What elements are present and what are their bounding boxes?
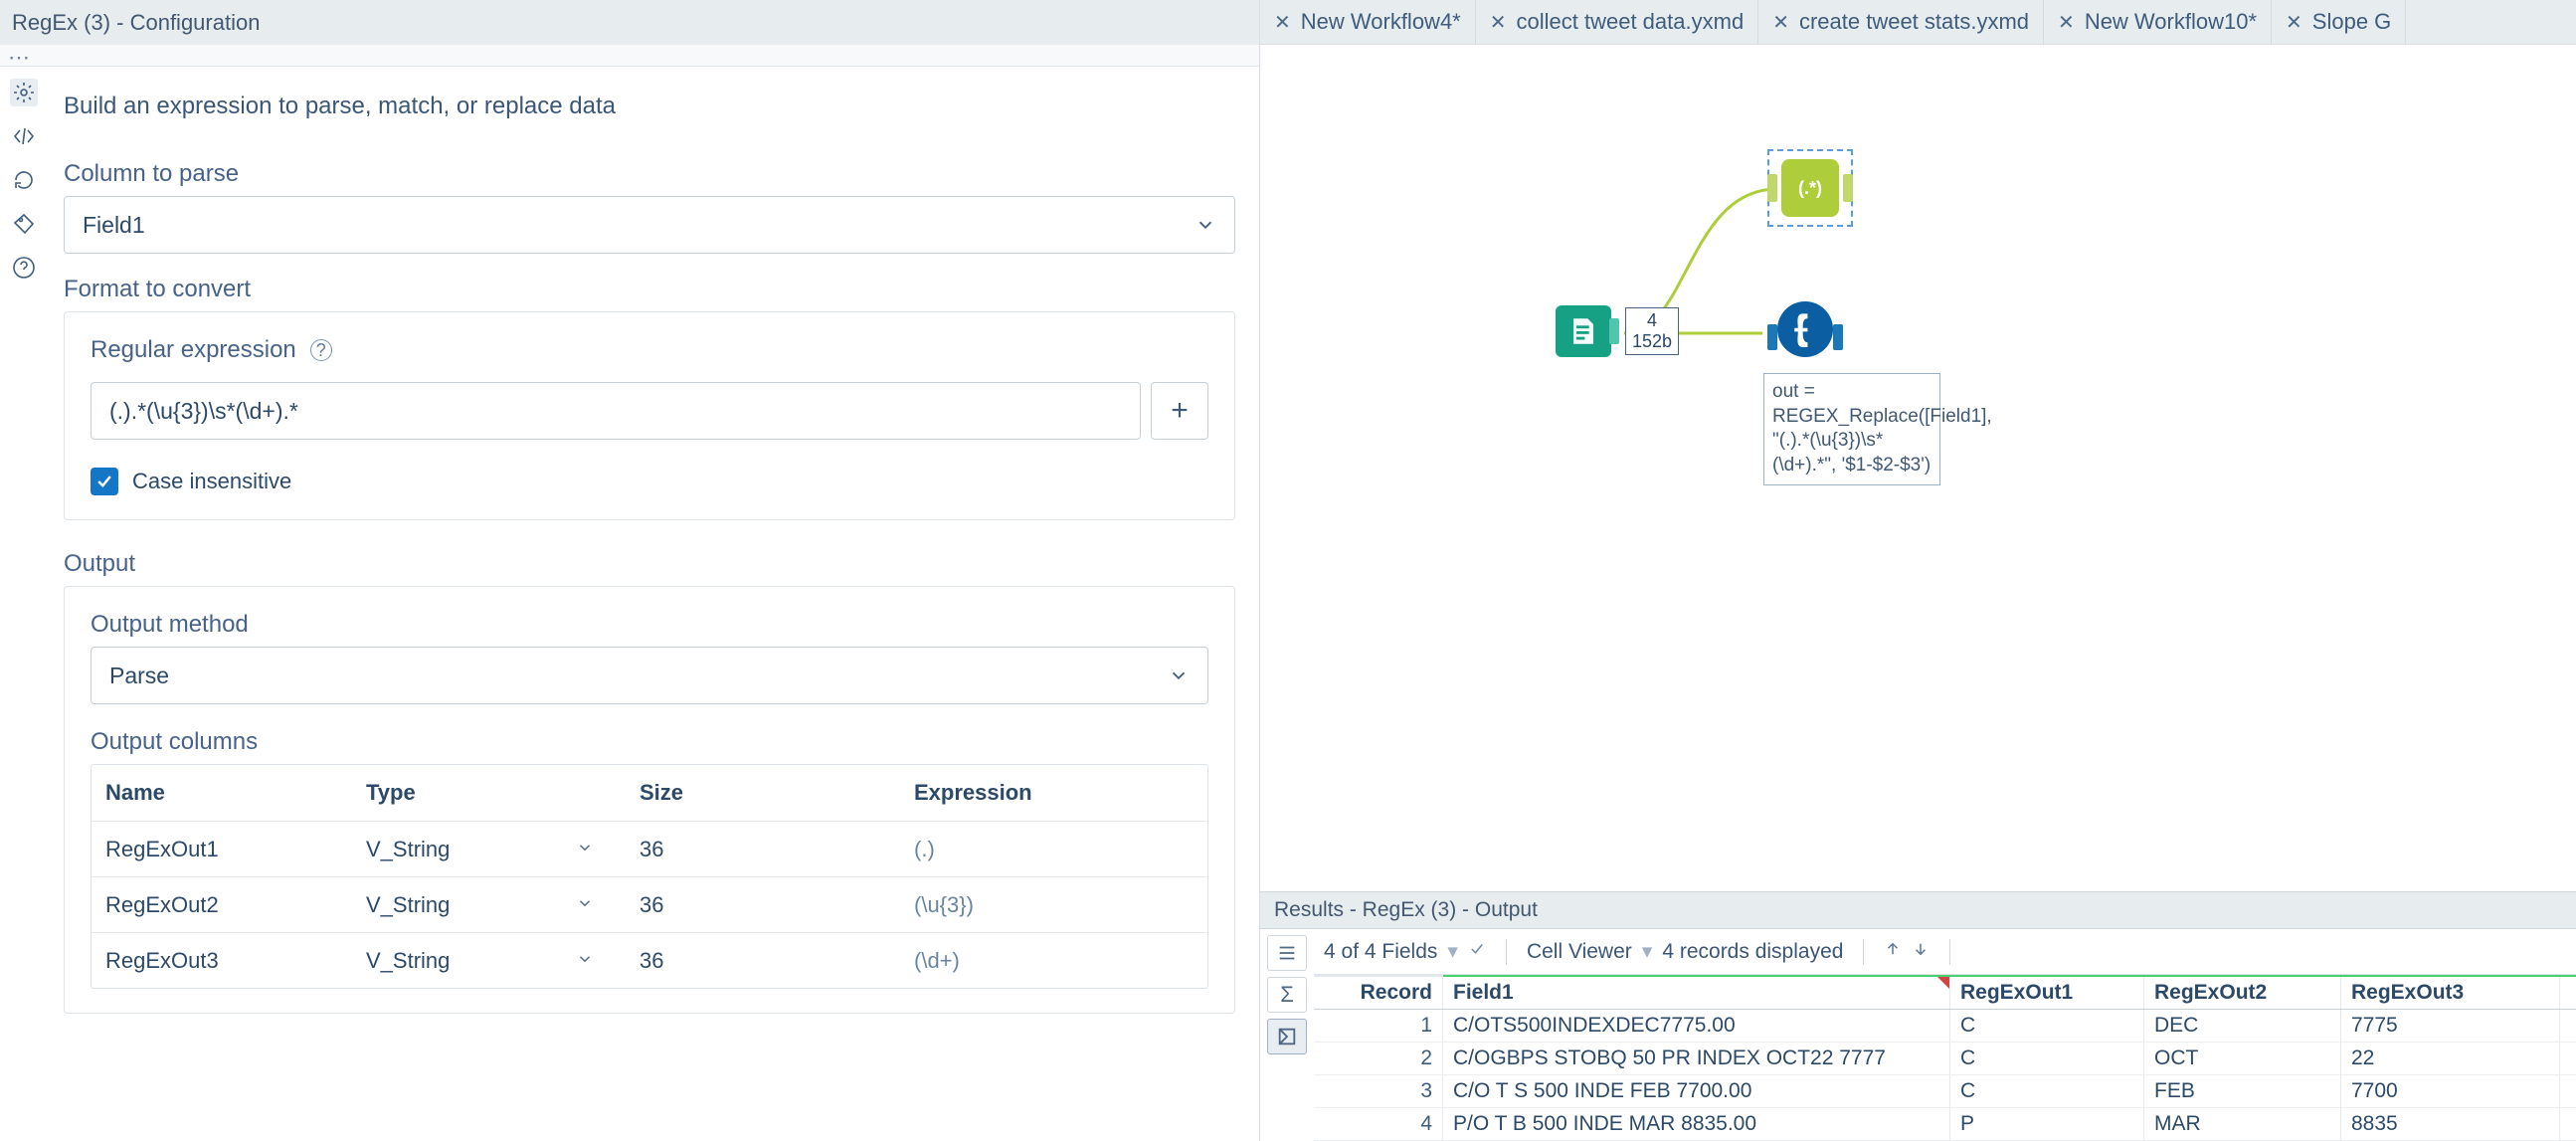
format-group: Regular expression ? (.).*(\u{3})\s*(\d+… — [64, 311, 1235, 520]
column-value: Field1 — [83, 212, 145, 239]
help-icon[interactable] — [10, 254, 38, 282]
view-sum-icon[interactable]: Σ — [1267, 977, 1307, 1013]
config-iconbar — [0, 67, 48, 1141]
tab-workflow[interactable]: ✕collect tweet data.yxmd — [1476, 0, 1758, 44]
table-header-row: Name Type Size Expression — [92, 765, 1207, 821]
col-record[interactable]: Record — [1314, 975, 1443, 1009]
col-size-header[interactable]: Size — [626, 780, 900, 806]
chevron-down-icon — [1168, 665, 1190, 686]
output-anchor[interactable] — [1843, 174, 1853, 202]
tab-workflow[interactable]: ✕New Workflow4* — [1260, 0, 1476, 44]
chevron-down-icon[interactable] — [576, 948, 594, 974]
config-form: Build an expression to parse, match, or … — [48, 67, 1259, 1141]
tab-workflow[interactable]: ✕New Workflow10* — [2044, 0, 2272, 44]
check-icon[interactable] — [1468, 940, 1486, 964]
output-group: Output method Parse Output columns Name … — [64, 586, 1235, 1014]
results-header: Results - RegEx (3) - Output — [1260, 891, 2576, 929]
close-icon[interactable]: ✕ — [1772, 10, 1789, 35]
workspace: ✕New Workflow4* ✕collect tweet data.yxmd… — [1260, 0, 2576, 1141]
nav-down-icon[interactable] — [1912, 940, 1930, 964]
table-row[interactable]: RegExOut3 V_String 36 (\d+) — [92, 932, 1207, 988]
output-method-select[interactable]: Parse — [91, 647, 1208, 704]
results-iconbar: Σ — [1260, 929, 1314, 1141]
close-icon[interactable]: ✕ — [1490, 10, 1507, 35]
collapse-icon[interactable] — [1215, 10, 1231, 36]
xml-icon[interactable] — [10, 122, 38, 150]
col-regexout2[interactable]: RegExOut2 — [2144, 977, 2341, 1009]
gear-icon[interactable] — [10, 79, 38, 106]
regex-input[interactable]: (.).*(\u{3})\s*(\d+).* — [91, 382, 1141, 440]
column-to-parse-label: Column to parse — [64, 160, 1235, 188]
view-list-icon[interactable] — [1267, 935, 1307, 971]
column-to-parse-select[interactable]: Field1 — [64, 196, 1235, 254]
cell-viewer-label[interactable]: Cell Viewer — [1527, 940, 1632, 964]
output-columns-label: Output columns — [91, 728, 1208, 756]
pin-icon[interactable] — [1231, 10, 1247, 36]
input-anchor[interactable] — [1767, 174, 1777, 202]
grid-row[interactable]: 4 P/O T B 500 INDE MAR 8835.00 P MAR 883… — [1314, 1108, 2576, 1141]
formula-tool-icon — [1777, 301, 1833, 357]
col-field1[interactable]: Field1 — [1443, 977, 1950, 1009]
grid-row[interactable]: 1 C/OTS500INDEXDEC7775.00 C DEC 7775 — [1314, 1010, 2576, 1043]
lead-text: Build an expression to parse, match, or … — [64, 93, 1235, 120]
workflow-tabs: ✕New Workflow4* ✕collect tweet data.yxmd… — [1260, 0, 2576, 45]
dropdown-icon[interactable]: ▾ — [1642, 939, 1653, 964]
tab-workflow[interactable]: ✕Slope G — [2272, 0, 2406, 44]
text-input-tool[interactable]: 4 152b — [1556, 305, 1679, 357]
workflow-canvas[interactable]: 4 152b (.*) out = REGEX_Replace([Field1]… — [1260, 45, 2576, 891]
output-method-value: Parse — [109, 663, 169, 689]
table-row[interactable]: RegExOut2 V_String 36 (\u{3}) — [92, 876, 1207, 932]
nav-up-icon[interactable] — [1884, 940, 1902, 964]
refresh-icon[interactable] — [10, 166, 38, 194]
configuration-panel: RegEx (3) - Configuration ⋯ Build an exp… — [0, 0, 1260, 1141]
view-metadata-icon[interactable] — [1267, 1019, 1307, 1054]
case-label: Case insensitive — [132, 469, 291, 494]
info-icon[interactable]: ? — [310, 339, 332, 361]
grid-row[interactable]: 2 C/OGBPS STOBQ 50 PR INDEX OCT22 7777 C… — [1314, 1043, 2576, 1075]
table-row[interactable]: RegExOut1 V_String 36 (.) — [92, 821, 1207, 876]
regex-add-button[interactable]: + — [1151, 382, 1208, 440]
config-title: RegEx (3) - Configuration — [12, 10, 260, 36]
config-panel-header: RegEx (3) - Configuration — [0, 0, 1259, 45]
output-method-label: Output method — [91, 611, 1208, 639]
tag-icon[interactable] — [10, 210, 38, 238]
tab-workflow[interactable]: ✕create tweet stats.yxmd — [1758, 0, 2044, 44]
fields-summary[interactable]: 4 of 4 Fields — [1324, 940, 1437, 964]
close-icon[interactable]: ✕ — [2058, 10, 2075, 35]
results-toolbar: 4 of 4 Fields ▾ Cell Viewer ▾ 4 records … — [1314, 929, 2576, 975]
case-insensitive-checkbox[interactable] — [91, 468, 118, 495]
chevron-down-icon — [1195, 214, 1216, 236]
output-label: Output — [64, 550, 1235, 578]
text-input-icon — [1556, 305, 1611, 357]
records-summary: 4 records displayed — [1662, 940, 1843, 964]
results-panel: Σ 4 of 4 Fields ▾ Cell Viewer ▾ 4 record… — [1260, 929, 2576, 1141]
chevron-down-icon[interactable] — [576, 892, 594, 918]
regex-tool-icon: (.*) — [1781, 159, 1839, 217]
regex-label: Regular expression — [91, 336, 296, 364]
output-columns-table: Name Type Size Expression RegExOut1 V_St… — [91, 764, 1208, 989]
chevron-down-icon[interactable] — [576, 837, 594, 862]
dropdown-icon[interactable]: ▾ — [1447, 939, 1458, 964]
grid-row[interactable]: 3 C/O T S 500 INDE FEB 7700.00 C FEB 770… — [1314, 1075, 2576, 1108]
close-icon[interactable]: ✕ — [1274, 10, 1291, 35]
col-name-header[interactable]: Name — [92, 780, 352, 806]
format-label: Format to convert — [64, 276, 1235, 303]
col-type-header[interactable]: Type — [352, 780, 626, 806]
col-expr-header[interactable]: Expression — [900, 780, 1207, 806]
regex-tool-selected[interactable]: (.*) — [1767, 149, 1853, 227]
col-regexout3[interactable]: RegExOut3 — [2341, 977, 2560, 1009]
col-regexout1[interactable]: RegExOut1 — [1950, 977, 2144, 1009]
formula-tool[interactable] — [1767, 301, 1843, 357]
data-size-badge: 4 152b — [1625, 307, 1679, 354]
drag-handle[interactable]: ⋯ — [0, 45, 1259, 67]
close-icon[interactable]: ✕ — [2286, 10, 2302, 35]
results-grid[interactable]: Record Field1 RegExOut1 RegExOut2 RegExO… — [1314, 975, 2576, 1141]
formula-annotation[interactable]: out = REGEX_Replace([Field1], "(.).*(\u{… — [1763, 373, 1940, 485]
